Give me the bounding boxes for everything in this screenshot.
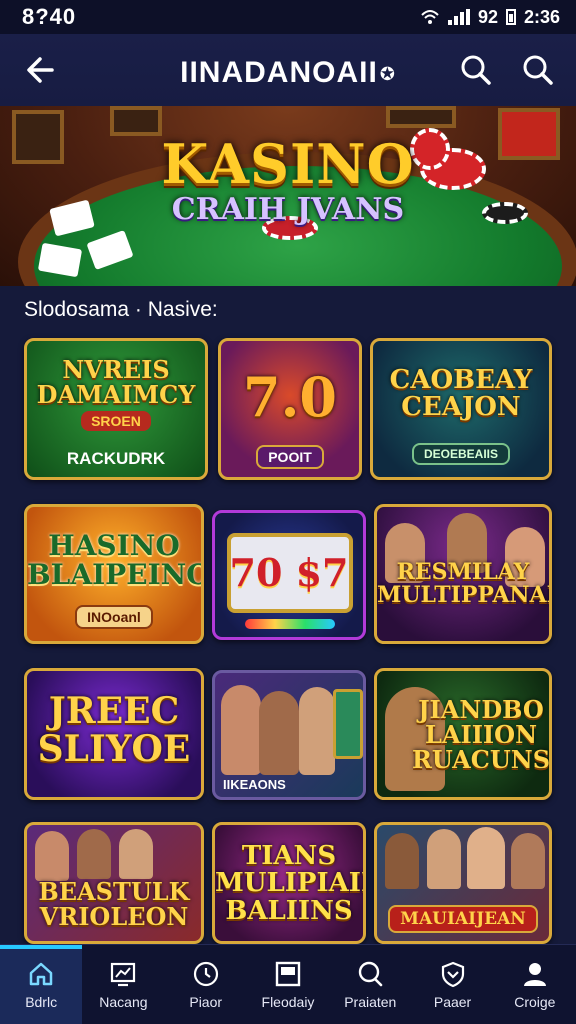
game-title: JREEC SLIYOE: [37, 690, 191, 770]
nav-item-home[interactable]: Bdrlc: [0, 945, 83, 1024]
game-tile[interactable]: IIKEAONS: [212, 670, 366, 800]
signal-icon: [447, 9, 470, 25]
nav-item-tv[interactable]: Nacang: [82, 945, 164, 1024]
slot-machine: [333, 689, 363, 759]
game-tile[interactable]: CAOBEAY CEAJON DEOEBEAIIS: [370, 338, 552, 480]
chat-icon: [359, 961, 383, 986]
game-tile[interactable]: BEASTULK VRIOLEON: [24, 822, 204, 944]
slot-lights: [245, 619, 335, 629]
game-tile[interactable]: 7.0 POOIT: [218, 338, 362, 480]
game-tile[interactable]: RESMILAY MULTIPPANAR: [374, 504, 552, 644]
search-icon[interactable]: [458, 52, 494, 88]
game-tile[interactable]: TIANS MULIPIAII BALIINS: [212, 822, 366, 944]
nav-item-profile[interactable]: Croige: [494, 945, 576, 1024]
status-clock: 2:36: [523, 6, 560, 27]
game-title: JIANDBO LAIIION RUACUNS: [411, 695, 551, 775]
screen-icon: [275, 961, 301, 986]
section-title: Slodosama · Nasive:: [24, 298, 218, 321]
nav-label: Nacang: [99, 993, 148, 1010]
wifi-icon: [421, 10, 439, 24]
game-label: POOIT: [256, 445, 324, 469]
character-image: [427, 829, 461, 889]
game-title: 70 $7: [229, 550, 349, 595]
hero-title: KASINO: [161, 132, 415, 196]
home-icon: [29, 962, 53, 985]
game-title: MAUIAIJEAN: [388, 905, 538, 933]
game-title: CAOBEAY CEAJON: [389, 365, 533, 423]
shield-icon: [441, 961, 464, 987]
game-label-wrap: POOIT: [221, 445, 359, 469]
status-bar: 8?40 92 2:36: [0, 0, 576, 34]
character-image: [77, 829, 111, 879]
game-label: RACKUDRK: [66, 449, 166, 468]
game-title-wrap: MAUIAIJEAN: [377, 905, 549, 933]
game-badge-wrap: SROEN: [27, 411, 205, 431]
bottom-navigation: Bdrlc Nacang Piaor Fleodaiy Praiaten Paa…: [0, 944, 576, 1024]
hero-subtitle: CRAIH JVANS: [171, 192, 405, 227]
game-title: BEASTULK VRIOLEON: [38, 877, 190, 932]
signal-label: 92: [477, 6, 498, 27]
game-title: RESMILAY MULTIPPANAR: [377, 559, 552, 609]
status-indicators: 92 2:36: [420, 7, 560, 28]
character-image: [221, 685, 261, 775]
logo-mark-icon: ✪: [379, 63, 396, 84]
character-image: [35, 831, 69, 881]
game-label: DEOEBEAIIS: [411, 443, 510, 465]
hero-banner[interactable]: KASINO CRAIH JVANS: [0, 106, 576, 286]
profile-icon: [523, 962, 546, 986]
game-title: HASINO BLAIPEINON: [27, 529, 201, 592]
character-image: [259, 691, 299, 775]
nav-item-clock[interactable]: Piaor: [165, 945, 247, 1024]
search-icon-secondary[interactable]: [520, 52, 556, 88]
game-tile[interactable]: JREEC SLIYOE: [24, 668, 204, 800]
game-title: 7.0: [243, 365, 337, 429]
game-tile[interactable]: 70 $7: [212, 510, 366, 640]
nav-item-screen[interactable]: Fleodaiy: [247, 945, 329, 1024]
nav-item-chat[interactable]: Praiaten: [329, 945, 411, 1024]
battery-icon: [505, 9, 516, 25]
nav-label: Croige: [514, 993, 556, 1010]
character-image: [511, 833, 545, 889]
game-tile[interactable]: HASINO BLAIPEINON INOoanl: [24, 504, 204, 644]
game-badge: SROEN: [81, 411, 151, 431]
game-tile[interactable]: NVREIS DAMAIMCY SROEN RACKUDRK: [24, 338, 208, 480]
game-title: TIANS MULIPIAII BALIINS: [215, 841, 366, 926]
character-image: [119, 829, 153, 879]
nav-label: Paaer: [433, 993, 472, 1010]
game-tile[interactable]: MAUIAIJEAN: [374, 822, 552, 944]
nav-item-shield[interactable]: Paaer: [411, 945, 493, 1024]
app-bar: IINADANOAII ✪: [0, 34, 576, 106]
game-label-wrap: INOoanl: [27, 605, 201, 629]
wall-painting: [386, 106, 456, 128]
game-label: IIKEAONS: [223, 777, 286, 792]
character-image: [385, 833, 419, 889]
nav-label: Bdrlc: [25, 993, 58, 1010]
nav-label: Praiaten: [344, 993, 397, 1010]
game-label: INOoanl: [75, 605, 153, 629]
nav-label: Fleodaiy: [261, 993, 315, 1010]
clock-icon: [193, 961, 218, 986]
character-image: [467, 827, 505, 889]
tv-icon: [111, 962, 136, 986]
character-image: [299, 687, 335, 775]
status-time: 8?40: [22, 4, 77, 29]
nav-label: Piaor: [189, 993, 223, 1010]
game-tile[interactable]: JIANDBO LAIIION RUACUNS: [374, 668, 552, 800]
game-title: NVREIS DAMAIMCY: [36, 355, 196, 410]
game-label-wrap: DEOEBEAIIS: [373, 443, 549, 465]
app-title-text: IINADANOAII: [180, 56, 378, 89]
